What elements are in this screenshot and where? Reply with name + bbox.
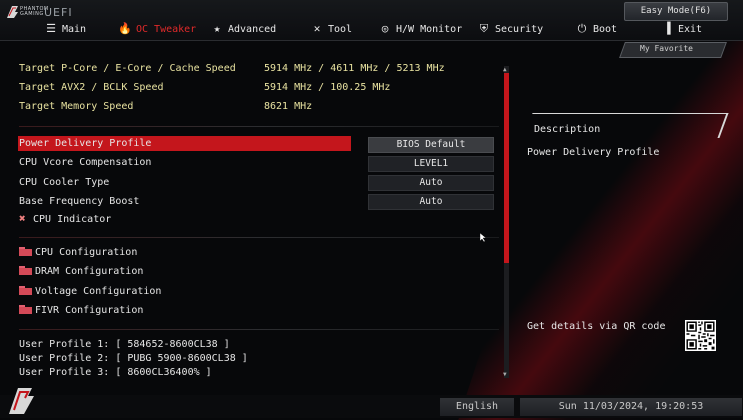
qr-code-icon [685, 320, 716, 351]
folder-icon [19, 246, 32, 256]
scroll-down-arrow-icon[interactable]: ▼ [503, 371, 507, 378]
tab-advanced-label: Advanced [228, 24, 277, 35]
tools-icon: ✖ [19, 212, 26, 225]
qr-caption: Get details via QR code [527, 321, 666, 332]
user-profile-3[interactable]: User Profile 3: [ 8600CL36400% ] [19, 367, 212, 378]
folder-icon [19, 265, 32, 275]
submenu-cpu-configuration[interactable]: CPU Configuration [19, 246, 137, 260]
mouse-cursor-icon [480, 233, 487, 243]
power-delivery-profile-value[interactable]: BIOS Default [368, 137, 494, 153]
cpu-cooler-type-value[interactable]: Auto [368, 175, 494, 191]
description-title: Description [534, 124, 601, 135]
exit-icon: ▐ [663, 22, 671, 35]
user-profile-1[interactable]: User Profile 1: [ 584652-8600CL38 ] [19, 339, 230, 350]
tab-exit[interactable]: ▐ Exit [660, 22, 702, 38]
tab-hw-monitor-label: H/W Monitor [396, 24, 463, 35]
folder-icon [19, 285, 32, 295]
user-profile-2[interactable]: User Profile 2: [ PUBG 5900-8600CL38 ] [19, 353, 248, 364]
submenu-dram-configuration[interactable]: DRAM Configuration [19, 265, 143, 279]
tab-main-label: Main [62, 24, 87, 35]
tab-oc-tweaker-label: OC Tweaker [136, 24, 197, 35]
tab-security[interactable]: ⛨ Security [477, 22, 543, 38]
easy-mode-button[interactable]: Easy Mode(F6) [624, 2, 728, 21]
phantom-gaming-logo-icon [9, 388, 34, 414]
flame-icon: 🔥 [118, 22, 132, 35]
divider [19, 126, 499, 127]
info-value-core-speed: 5914 MHz / 4611 MHz / 5213 MHz [264, 63, 445, 74]
submenu-label: Voltage Configuration [35, 286, 162, 297]
submenu-label: CPU Configuration [35, 247, 138, 258]
info-label-avx2-bclk: Target AVX2 / BCLK Speed [19, 82, 164, 93]
background-decoration [458, 40, 743, 420]
setting-cpu-vcore-compensation[interactable]: CPU Vcore Compensation [19, 156, 151, 170]
tab-advanced[interactable]: ★ Advanced [210, 22, 276, 38]
tab-main[interactable]: ☰ Main [44, 22, 86, 38]
shield-icon: ⛨ [479, 22, 489, 35]
tab-tool-label: Tool [328, 24, 353, 35]
cpu-indicator-label: CPU Indicator [33, 214, 112, 225]
monitor-icon: ◎ [381, 22, 389, 35]
scrollbar-thumb[interactable] [504, 73, 509, 263]
cpu-vcore-compensation-value[interactable]: LEVEL1 [368, 156, 494, 172]
scroll-up-arrow-icon[interactable]: ▲ [503, 66, 507, 73]
info-label-core-speed: Target P-Core / E-Core / Cache Speed [19, 63, 236, 74]
top-bar: PHANTOM GAMING UEFI Easy Mode(F6) ☰ Main … [0, 0, 743, 41]
list-icon: ☰ [46, 22, 56, 35]
tab-hw-monitor[interactable]: ◎ H/W Monitor [378, 22, 463, 38]
my-favorite-label: My Favorite [640, 44, 693, 53]
setting-cpu-indicator[interactable]: ✖ CPU Indicator [19, 212, 111, 226]
tab-exit-label: Exit [678, 24, 703, 35]
uefi-label: UEFI [44, 6, 73, 19]
tab-boot-label: Boot [593, 24, 618, 35]
submenu-label: DRAM Configuration [35, 266, 144, 277]
setting-cpu-cooler-type[interactable]: CPU Cooler Type [19, 176, 109, 190]
tab-oc-tweaker[interactable]: 🔥 OC Tweaker [118, 22, 196, 38]
info-label-memory-speed: Target Memory Speed [19, 101, 134, 112]
divider [19, 329, 499, 330]
tools-icon: ✕ [313, 22, 321, 35]
submenu-label: FIVR Configuration [35, 305, 144, 316]
base-frequency-boost-value[interactable]: Auto [368, 194, 494, 210]
info-value-avx2-bclk: 5914 MHz / 100.25 MHz [264, 82, 391, 93]
tab-security-label: Security [495, 24, 544, 35]
divider [19, 237, 499, 238]
datetime-display[interactable]: Sun 11/03/2024, 19:20:53 [520, 398, 742, 416]
star-icon: ★ [213, 22, 221, 35]
submenu-fivr-configuration[interactable]: FIVR Configuration [19, 304, 143, 318]
power-icon: ⏻ [577, 22, 587, 35]
folder-icon [19, 304, 32, 314]
submenu-voltage-configuration[interactable]: Voltage Configuration [19, 285, 161, 299]
setting-power-delivery-profile[interactable]: Power Delivery Profile [19, 137, 151, 151]
language-button[interactable]: English [440, 398, 514, 416]
tab-boot[interactable]: ⏻ Boot [575, 22, 617, 38]
tab-tool[interactable]: ✕ Tool [310, 22, 352, 38]
info-value-memory-speed: 8621 MHz [264, 101, 313, 112]
description-text: Power Delivery Profile [527, 147, 660, 158]
brand-bottom-text: GAMING [20, 11, 44, 17]
setting-base-frequency-boost[interactable]: Base Frequency Boost [19, 195, 139, 209]
